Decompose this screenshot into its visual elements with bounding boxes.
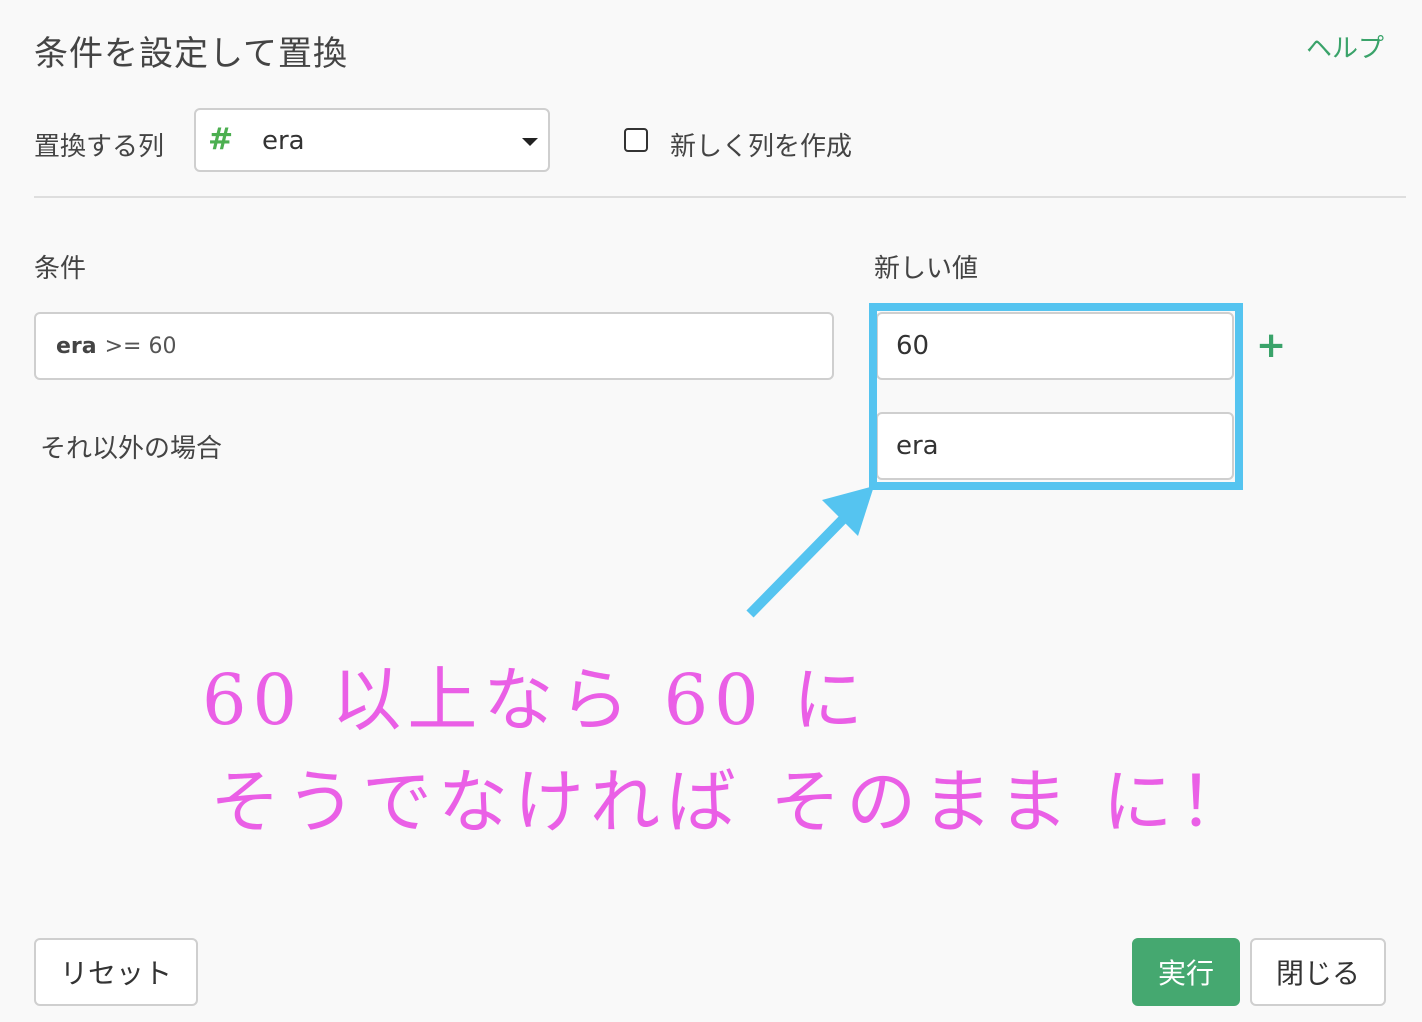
annotation-arrow <box>746 486 874 618</box>
annotation-line-2: そうでなければ そのまま に！ <box>210 761 1255 843</box>
close-button[interactable]: 閉じる <box>1250 938 1386 1006</box>
reset-button[interactable]: リセット <box>34 938 198 1006</box>
annotation-line-1: 60 以上なら 60 に <box>202 659 869 741</box>
run-button[interactable]: 実行 <box>1132 938 1240 1006</box>
